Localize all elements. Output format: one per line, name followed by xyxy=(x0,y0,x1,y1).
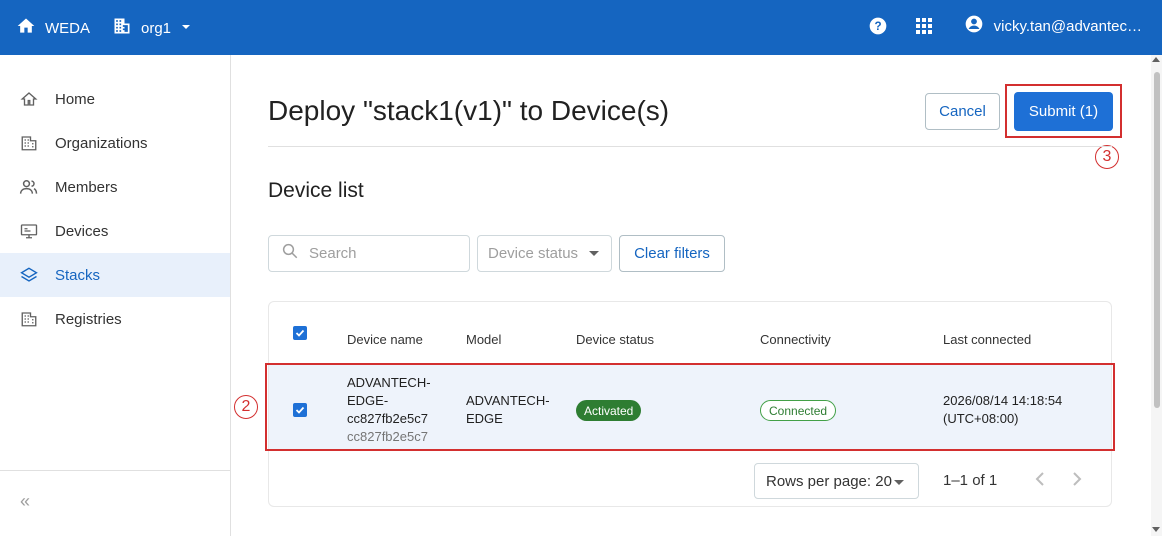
column-header-model[interactable]: Model xyxy=(466,332,501,347)
device-monitor-icon xyxy=(19,221,39,241)
sidebar-item-members[interactable]: Members xyxy=(0,165,230,209)
apps-grid-icon[interactable] xyxy=(912,14,936,38)
sidebar: Home Organizations Members Devices Stack… xyxy=(0,55,231,536)
scroll-up-arrow-icon[interactable] xyxy=(1152,57,1160,62)
org-selector[interactable]: org1 xyxy=(112,16,192,40)
sidebar-item-registries[interactable]: Registries xyxy=(0,297,230,341)
title-divider xyxy=(268,146,1112,147)
sidebar-item-home[interactable]: Home xyxy=(0,77,230,121)
sidebar-item-label: Members xyxy=(55,178,118,196)
column-header-connectivity[interactable]: Connectivity xyxy=(760,332,831,347)
account-circle-icon xyxy=(964,14,984,38)
step-2-badge: 2 xyxy=(234,395,258,419)
user-email: vicky.tan@advantec… xyxy=(993,17,1142,35)
building-icon xyxy=(112,16,132,40)
sidebar-item-devices[interactable]: Devices xyxy=(0,209,230,253)
svg-text:?: ? xyxy=(874,20,881,33)
home-icon xyxy=(16,16,36,40)
topbar-actions: ? vicky.tan@advantec… xyxy=(866,14,1142,38)
step-3-badge: 3 xyxy=(1095,145,1119,169)
sidebar-item-stacks[interactable]: Stacks xyxy=(0,253,230,297)
previous-page-icon[interactable] xyxy=(1035,470,1045,491)
home-outline-icon xyxy=(19,89,39,109)
caret-down-icon xyxy=(589,251,599,256)
top-app-bar: WEDA org1 ? vicky.tan@advantec… xyxy=(0,0,1162,55)
next-page-icon[interactable] xyxy=(1072,470,1082,491)
sidebar-item-label: Organizations xyxy=(55,134,148,152)
scroll-down-arrow-icon[interactable] xyxy=(1152,527,1160,532)
row-highlight-box xyxy=(265,363,1115,451)
pagination-range: 1–1 of 1 xyxy=(943,472,998,489)
sidebar-item-label: Registries xyxy=(55,310,122,328)
column-header-last-connected[interactable]: Last connected xyxy=(943,332,1031,347)
page-title: Deploy "stack1(v1)" to Device(s) xyxy=(268,95,670,126)
people-icon xyxy=(19,177,39,197)
help-icon[interactable]: ? xyxy=(866,14,890,38)
sidebar-item-organizations[interactable]: Organizations xyxy=(0,121,230,165)
layers-icon xyxy=(19,265,39,285)
device-status-select[interactable]: Device status xyxy=(477,235,612,272)
submit-highlight-box xyxy=(1005,84,1122,138)
device-status-label: Device status xyxy=(488,245,579,262)
column-header-device-name[interactable]: Device name xyxy=(347,332,423,347)
chevron-down-icon xyxy=(180,20,192,37)
org-label: org1 xyxy=(141,19,172,37)
brand-label: WEDA xyxy=(45,19,90,37)
select-all-checkbox[interactable] xyxy=(293,326,307,340)
search-input[interactable] xyxy=(309,245,449,262)
section-title: Device list xyxy=(268,179,364,202)
scrollbar-thumb[interactable] xyxy=(1154,72,1160,408)
clear-filters-button[interactable]: Clear filters xyxy=(619,235,725,272)
home-link[interactable]: WEDA xyxy=(16,16,90,40)
user-menu[interactable]: vicky.tan@advantec… xyxy=(964,14,1142,38)
cancel-button[interactable]: Cancel xyxy=(925,93,1000,130)
caret-down-icon xyxy=(894,480,904,485)
sidebar-item-label: Devices xyxy=(55,222,109,240)
rows-per-page-select[interactable]: Rows per page: 20 xyxy=(754,463,919,499)
column-header-device-status[interactable]: Device status xyxy=(576,332,654,347)
sidebar-item-label: Stacks xyxy=(55,266,101,284)
collapse-sidebar-button[interactable]: « xyxy=(20,491,30,512)
search-field[interactable] xyxy=(268,235,470,272)
sidebar-divider xyxy=(0,470,230,471)
building-icon xyxy=(19,309,39,329)
building-icon xyxy=(19,133,39,153)
rows-per-page-label: Rows per page: 20 xyxy=(766,472,892,490)
sidebar-item-label: Home xyxy=(55,90,96,108)
search-icon xyxy=(281,242,299,265)
